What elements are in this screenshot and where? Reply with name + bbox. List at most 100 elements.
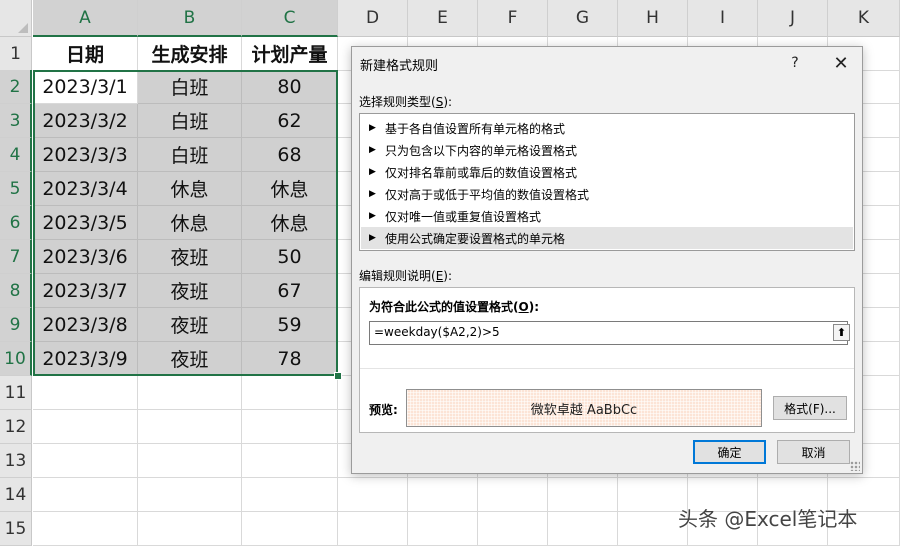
column-header-k[interactable]: K — [828, 0, 900, 37]
empty-cell[interactable] — [338, 478, 408, 512]
table-cell[interactable]: 白班 — [138, 70, 242, 104]
row-header-14[interactable]: 14 — [0, 478, 32, 512]
empty-cell[interactable] — [242, 478, 338, 512]
column-header-i[interactable]: I — [688, 0, 758, 37]
column-header-e[interactable]: E — [408, 0, 478, 37]
table-cell[interactable]: 62 — [242, 104, 338, 138]
empty-cell[interactable] — [478, 512, 548, 546]
rule-type-item[interactable]: ▶ 基于各自值设置所有单元格的格式 — [361, 117, 853, 139]
row-header-9[interactable]: 9 — [0, 308, 32, 342]
table-cell[interactable]: 59 — [242, 308, 338, 342]
row-header-10[interactable]: 10 — [0, 342, 32, 376]
table-cell[interactable]: 78 — [242, 342, 338, 376]
table-cell[interactable]: 休息 — [138, 172, 242, 206]
row-header-7[interactable]: 7 — [0, 240, 32, 274]
table-header-cell[interactable]: 日期 — [33, 37, 138, 71]
table-cell[interactable]: 2023/3/9 — [33, 342, 138, 376]
table-cell[interactable]: 2023/3/2 — [33, 104, 138, 138]
table-cell[interactable]: 夜班 — [138, 240, 242, 274]
rule-type-item[interactable]: ▶ 仅对排名靠前或靠后的数值设置格式 — [361, 161, 853, 183]
help-button[interactable]: ? — [783, 51, 807, 75]
column-header-j[interactable]: J — [758, 0, 828, 37]
column-header-a[interactable]: A — [33, 0, 138, 37]
empty-cell[interactable] — [242, 512, 338, 546]
ok-button[interactable]: 确定 — [693, 440, 766, 464]
table-cell[interactable]: 白班 — [138, 104, 242, 138]
rule-type-list[interactable]: ▶ 基于各自值设置所有单元格的格式 ▶ 只为包含以下内容的单元格设置格式 ▶ 仅对排名靠前… — [359, 113, 855, 251]
empty-cell[interactable] — [33, 478, 138, 512]
table-cell[interactable]: 50 — [242, 240, 338, 274]
table-header-cell[interactable]: 计划产量 — [242, 37, 338, 71]
empty-cell[interactable] — [33, 512, 138, 546]
empty-cell[interactable] — [548, 478, 618, 512]
empty-cell[interactable] — [138, 376, 242, 410]
cancel-button[interactable]: 取消 — [777, 440, 850, 464]
formula-value: =weekday($A2,2)>5 — [374, 325, 500, 339]
table-cell[interactable]: 2023/3/3 — [33, 138, 138, 172]
column-header-d[interactable]: D — [338, 0, 408, 37]
rule-type-item[interactable]: ▶ 仅对高于或低于平均值的数值设置格式 — [361, 183, 853, 205]
table-cell[interactable]: 白班 — [138, 138, 242, 172]
table-cell[interactable]: 2023/3/5 — [33, 206, 138, 240]
column-header-c[interactable]: C — [242, 0, 338, 37]
empty-cell[interactable] — [338, 512, 408, 546]
empty-cell[interactable] — [138, 478, 242, 512]
column-header-h[interactable]: H — [618, 0, 688, 37]
collapse-dialog-button[interactable]: ⬆ — [833, 324, 850, 341]
row-header-4[interactable]: 4 — [0, 138, 32, 172]
column-header-g[interactable]: G — [548, 0, 618, 37]
empty-cell[interactable] — [408, 512, 478, 546]
row-header-8[interactable]: 8 — [0, 274, 32, 308]
empty-cell[interactable] — [478, 478, 548, 512]
empty-cell[interactable] — [242, 410, 338, 444]
table-cell[interactable]: 休息 — [138, 206, 242, 240]
rule-type-item[interactable]: ▶ 仅对唯一值或重复值设置格式 — [361, 205, 853, 227]
table-cell[interactable]: 夜班 — [138, 342, 242, 376]
arrow-right-icon: ▶ — [369, 123, 376, 133]
empty-cell[interactable] — [242, 376, 338, 410]
row-header-1[interactable]: 1 — [0, 37, 32, 71]
table-cell[interactable]: 夜班 — [138, 308, 242, 342]
empty-cell[interactable] — [548, 512, 618, 546]
table-cell[interactable]: 2023/3/4 — [33, 172, 138, 206]
resize-grip-icon[interactable] — [850, 461, 860, 471]
row-header-12[interactable]: 12 — [0, 410, 32, 444]
empty-cell[interactable] — [33, 410, 138, 444]
empty-cell[interactable] — [138, 410, 242, 444]
select-all-corner[interactable] — [0, 0, 32, 37]
table-cell[interactable]: 2023/3/8 — [33, 308, 138, 342]
table-cell[interactable]: 休息 — [242, 172, 338, 206]
format-button[interactable]: 格式(F)... — [773, 396, 847, 420]
column-header-b[interactable]: B — [138, 0, 242, 37]
empty-cell[interactable] — [33, 376, 138, 410]
empty-cell[interactable] — [408, 478, 478, 512]
row-header-3[interactable]: 3 — [0, 104, 32, 138]
rule-description-panel: 为符合此公式的值设置格式(O): =weekday($A2,2)>5 ⬆ 预览:… — [359, 287, 855, 433]
formula-label: 为符合此公式的值设置格式(O): — [369, 300, 539, 314]
column-header-f[interactable]: F — [478, 0, 548, 37]
empty-cell[interactable] — [138, 512, 242, 546]
formula-input[interactable]: =weekday($A2,2)>5 ⬆ — [369, 321, 850, 345]
empty-cell[interactable] — [242, 444, 338, 478]
row-header-13[interactable]: 13 — [0, 444, 32, 478]
row-header-11[interactable]: 11 — [0, 376, 32, 410]
table-cell[interactable]: 80 — [242, 70, 338, 104]
table-header-cell[interactable]: 生成安排 — [138, 37, 242, 71]
empty-cell[interactable] — [138, 444, 242, 478]
table-cell[interactable]: 休息 — [242, 206, 338, 240]
row-header-5[interactable]: 5 — [0, 172, 32, 206]
table-cell[interactable]: 夜班 — [138, 274, 242, 308]
table-cell[interactable]: 2023/3/6 — [33, 240, 138, 274]
close-icon[interactable]: ✕ — [827, 51, 855, 75]
row-header-6[interactable]: 6 — [0, 206, 32, 240]
fill-handle[interactable] — [334, 372, 342, 380]
row-header-2[interactable]: 2 — [0, 70, 32, 104]
empty-cell[interactable] — [33, 444, 138, 478]
row-header-15[interactable]: 15 — [0, 512, 32, 546]
table-cell[interactable]: 2023/3/1 — [33, 70, 138, 104]
rule-type-item[interactable]: ▶ 只为包含以下内容的单元格设置格式 — [361, 139, 853, 161]
table-cell[interactable]: 2023/3/7 — [33, 274, 138, 308]
table-cell[interactable]: 67 — [242, 274, 338, 308]
rule-type-item[interactable]: ▶ 使用公式确定要设置格式的单元格 — [361, 227, 853, 249]
table-cell[interactable]: 68 — [242, 138, 338, 172]
